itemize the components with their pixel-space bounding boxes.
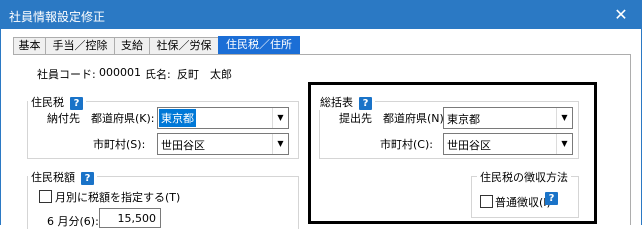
resident-tax-legend: 住民税?: [28, 94, 86, 110]
june-amount-input[interactable]: 15,500: [99, 208, 161, 228]
tab-payment[interactable]: 支給: [114, 37, 150, 54]
june-amount-label: 6 月分(6):: [47, 215, 99, 228]
employee-name-value: 反町 太郎: [177, 68, 232, 81]
employee-name-label: 氏名:: [145, 68, 171, 81]
close-button[interactable]: ✕: [601, 1, 641, 29]
resident-tax-amount-legend: 住民税額?: [28, 169, 97, 185]
payment-prefecture-label: 納付先 都道府県(K):: [47, 112, 155, 125]
tab-basic[interactable]: 基本: [13, 37, 46, 54]
june-amount-value: 15,500: [117, 212, 157, 225]
window-title: 社員情報設定修正: [9, 10, 106, 24]
dialog-window: 社員情報設定修正 ✕ 基本 手当／控除 支給 社保／労保 住民税／住所 社員コー…: [0, 0, 642, 229]
resident-tax-amount-title: 住民税額: [31, 171, 75, 184]
annotation-highlight-box: [308, 82, 597, 224]
help-icon[interactable]: ?: [81, 171, 94, 185]
help-icon[interactable]: ?: [70, 96, 83, 110]
payment-prefecture-select[interactable]: 東京都 ▼: [157, 107, 289, 129]
chevron-down-icon[interactable]: ▼: [272, 108, 288, 128]
resident-tax-title: 住民税: [31, 96, 64, 109]
payment-city-value: 世田谷区: [161, 139, 205, 152]
employee-code-label: 社員コード:: [37, 68, 96, 81]
tab-social-labor-insurance[interactable]: 社保／労保: [149, 37, 219, 54]
employee-code-value: 000001: [99, 66, 141, 79]
payment-city-select[interactable]: 世田谷区 ▼: [157, 133, 289, 155]
payment-city-label: 市町村(S):: [93, 138, 146, 151]
tab-panel-right-border: [630, 54, 631, 225]
monthly-tax-label: 月別に税額を指定する(T): [55, 191, 181, 204]
tab-resident-tax-address[interactable]: 住民税／住所: [218, 36, 300, 55]
tab-allowance-deduction[interactable]: 手当／控除: [45, 37, 115, 54]
chevron-down-icon[interactable]: ▼: [272, 134, 288, 154]
payment-prefecture-value: 東京都: [159, 109, 196, 127]
title-bar: 社員情報設定修正 ✕: [1, 1, 641, 29]
tab-panel-border: [13, 54, 631, 55]
monthly-tax-checkbox[interactable]: [39, 190, 52, 203]
